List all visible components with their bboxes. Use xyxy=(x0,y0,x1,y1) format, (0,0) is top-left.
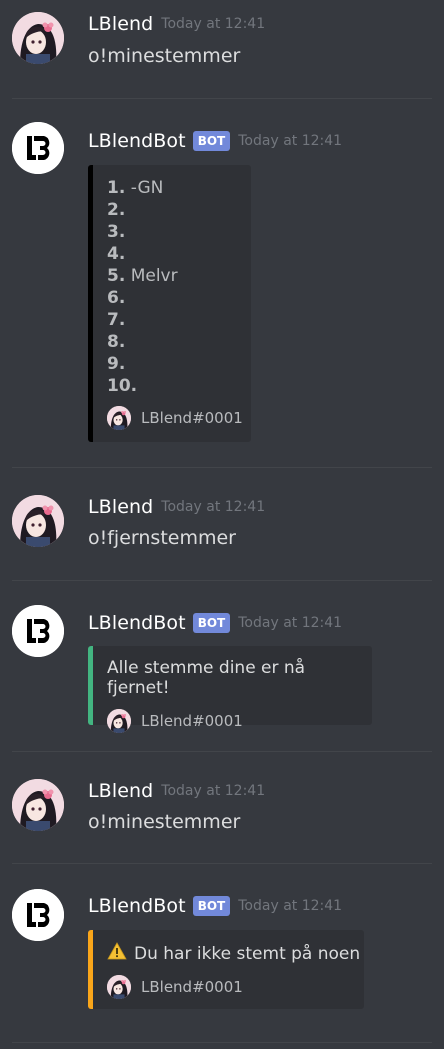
message-header: LBlendBot BOT Today at 12:41 xyxy=(88,130,342,152)
username[interactable]: LBlendBot xyxy=(88,612,186,634)
message-content: o!minestemmer xyxy=(88,45,241,67)
rank-item: 3. xyxy=(107,222,126,242)
rank-item: 8. xyxy=(107,332,126,352)
timestamp[interactable]: Today at 12:41 xyxy=(238,898,342,914)
username[interactable]: LBlend xyxy=(88,496,153,518)
embed: Du har ikke stemt på noen LBlend#0001 xyxy=(88,930,364,1009)
rank-item: 6. xyxy=(107,288,126,308)
message-header: LBlend Today at 12:41 xyxy=(88,496,265,518)
rank-item: 2. xyxy=(107,200,126,220)
divider xyxy=(12,863,432,864)
message-content: o!minestemmer xyxy=(88,811,241,833)
bot-avatar[interactable] xyxy=(12,122,64,174)
embed-footer: LBlend#0001 xyxy=(107,975,364,999)
username[interactable]: LBlendBot xyxy=(88,130,186,152)
message-header: LBlendBot BOT Today at 12:41 xyxy=(88,895,342,917)
embed-description-text: Du har ikke stemt på noen xyxy=(134,943,361,964)
message-header: LBlend Today at 12:41 xyxy=(88,13,265,35)
embed-description: Alle stemme dine er nå fjernet! xyxy=(107,658,306,698)
bot-tag: BOT xyxy=(192,613,231,633)
timestamp[interactable]: Today at 12:41 xyxy=(161,16,265,32)
embed-footer: LBlend#0001 xyxy=(107,709,372,733)
rank-item: 5. Melvr xyxy=(107,266,178,286)
divider xyxy=(12,1042,432,1043)
bot-avatar[interactable] xyxy=(12,605,64,657)
username[interactable]: LBlendBot xyxy=(88,895,186,917)
rank-item: 9. xyxy=(107,354,126,374)
warning-icon xyxy=(107,942,127,965)
rank-item: 10. xyxy=(107,376,138,396)
timestamp[interactable]: Today at 12:41 xyxy=(238,133,342,149)
footer-avatar xyxy=(107,406,131,430)
message-header: LBlend Today at 12:41 xyxy=(88,780,265,802)
embed-footer: LBlend#0001 xyxy=(107,406,251,430)
message-header: LBlendBot BOT Today at 12:41 xyxy=(88,612,342,634)
username[interactable]: LBlend xyxy=(88,780,153,802)
timestamp[interactable]: Today at 12:41 xyxy=(161,499,265,515)
username[interactable]: LBlend xyxy=(88,13,153,35)
divider xyxy=(12,751,432,752)
timestamp[interactable]: Today at 12:41 xyxy=(161,783,265,799)
avatar[interactable] xyxy=(12,779,64,831)
embed: 1. -GN 2. 3. 4. 5. Melvr 6. 7. 8. 9. 10.… xyxy=(88,165,251,442)
footer-text: LBlend#0001 xyxy=(141,712,243,730)
footer-avatar xyxy=(107,975,131,999)
footer-text: LBlend#0001 xyxy=(141,409,243,427)
bot-tag: BOT xyxy=(192,896,231,916)
bot-avatar[interactable] xyxy=(12,889,64,941)
rank-item: 1. -GN xyxy=(107,178,164,198)
footer-avatar xyxy=(107,709,131,733)
divider xyxy=(12,467,432,468)
bot-tag: BOT xyxy=(192,131,231,151)
embed-description: Du har ikke stemt på noen xyxy=(107,942,364,965)
rank-item: 7. xyxy=(107,310,126,330)
message-content: o!fjernstemmer xyxy=(88,527,236,549)
rank-item: 4. xyxy=(107,244,126,264)
divider xyxy=(12,580,432,581)
footer-text: LBlend#0001 xyxy=(141,978,243,996)
avatar[interactable] xyxy=(12,12,64,64)
embed: Alle stemme dine er nå fjernet! LBlend#0… xyxy=(88,646,372,733)
avatar[interactable] xyxy=(12,495,64,547)
timestamp[interactable]: Today at 12:41 xyxy=(238,615,342,631)
divider xyxy=(12,98,432,99)
